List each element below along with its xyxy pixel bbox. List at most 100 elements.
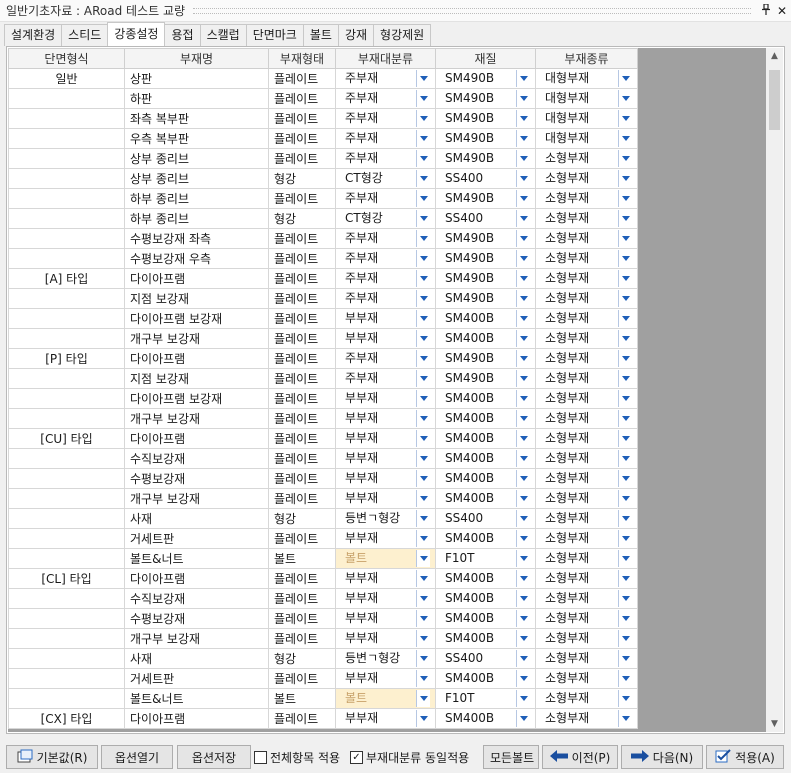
chevron-down-icon[interactable] <box>618 150 632 167</box>
column-header[interactable]: 부재대분류 <box>335 48 436 69</box>
table-row[interactable]: 다이아프램 보강재 플레이트 부부재 SM400B 소형부재 <box>8 308 638 329</box>
chevron-down-icon[interactable] <box>516 490 530 507</box>
table-row[interactable]: 우측 복부판 플레이트 주부재 SM490B 대형부재 <box>8 128 638 149</box>
chevron-down-icon[interactable] <box>618 310 632 327</box>
dropdown-cell-mat[interactable]: SM490B <box>435 228 536 249</box>
dropdown-cell-major[interactable]: 부부재 <box>335 488 436 509</box>
table-row[interactable]: 다이아프램 보강재 플레이트 부부재 SM400B 소형부재 <box>8 388 638 409</box>
dropdown-cell-major[interactable]: 부부재 <box>335 388 436 409</box>
dropdown-cell-major[interactable]: 주부재 <box>335 288 436 309</box>
dropdown-cell-mat[interactable]: SM490B <box>435 148 536 169</box>
dropdown-cell-kind[interactable]: 소형부재 <box>535 688 638 709</box>
chevron-down-icon[interactable] <box>618 630 632 647</box>
dropdown-cell-major[interactable]: 주부재 <box>335 148 436 169</box>
tab-3[interactable]: 용접 <box>164 24 201 46</box>
dropdown-cell-kind[interactable]: 소형부재 <box>535 248 638 269</box>
dropdown-cell-mat[interactable]: F10T <box>435 688 536 709</box>
chevron-down-icon[interactable] <box>516 550 530 567</box>
dropdown-cell-kind[interactable]: 소형부재 <box>535 208 638 229</box>
dropdown-cell-kind[interactable]: 소형부재 <box>535 608 638 629</box>
chevron-down-icon[interactable] <box>416 370 430 387</box>
dropdown-cell-kind[interactable]: 소형부재 <box>535 528 638 549</box>
pin-icon[interactable] <box>759 2 773 18</box>
chevron-down-icon[interactable] <box>416 230 430 247</box>
column-header[interactable]: 단면형식 <box>8 48 125 69</box>
chevron-down-icon[interactable] <box>516 410 530 427</box>
chevron-down-icon[interactable] <box>618 330 632 347</box>
dropdown-cell-major[interactable]: 부부재 <box>335 668 436 689</box>
table-row[interactable]: 하판 플레이트 주부재 SM490B 대형부재 <box>8 88 638 109</box>
table-row[interactable]: 수평보강재 플레이트 부부재 SM400B 소형부재 <box>8 608 638 629</box>
table-row[interactable]: [CX] 타입 다이아프램 플레이트 부부재 SM400B 소형부재 <box>8 708 638 729</box>
dropdown-cell-kind[interactable]: 소형부재 <box>535 408 638 429</box>
chevron-down-icon[interactable] <box>618 110 632 127</box>
table-row[interactable]: 사재 형강 등변ㄱ형강 SS400 소형부재 <box>8 648 638 669</box>
dropdown-cell-kind[interactable]: 소형부재 <box>535 348 638 369</box>
chevron-down-icon[interactable] <box>618 390 632 407</box>
dropdown-cell-mat[interactable]: SM400B <box>435 328 536 349</box>
dropdown-cell-major[interactable]: 부부재 <box>335 468 436 489</box>
dropdown-cell-major[interactable]: 주부재 <box>335 108 436 129</box>
tab-4[interactable]: 스캘럽 <box>199 24 247 46</box>
dropdown-cell-major[interactable]: 부부재 <box>335 568 436 589</box>
dropdown-cell-kind[interactable]: 소형부재 <box>535 568 638 589</box>
dropdown-cell-kind[interactable]: 소형부재 <box>535 508 638 529</box>
chevron-down-icon[interactable] <box>416 210 430 227</box>
dropdown-cell-kind[interactable]: 소형부재 <box>535 628 638 649</box>
chevron-down-icon[interactable] <box>618 270 632 287</box>
dropdown-cell-mat[interactable]: SM400B <box>435 388 536 409</box>
chevron-down-icon[interactable] <box>516 430 530 447</box>
table-row[interactable]: [CL] 타입 다이아프램 플레이트 부부재 SM400B 소형부재 <box>8 568 638 589</box>
chevron-down-icon[interactable] <box>416 110 430 127</box>
chevron-down-icon[interactable] <box>618 650 632 667</box>
chevron-down-icon[interactable] <box>416 390 430 407</box>
chevron-down-icon[interactable] <box>516 370 530 387</box>
dropdown-cell-major[interactable]: 부부재 <box>335 528 436 549</box>
chevron-down-icon[interactable] <box>618 510 632 527</box>
table-row[interactable]: [A] 타입 다이아프램 플레이트 주부재 SM490B 소형부재 <box>8 268 638 289</box>
dropdown-cell-major[interactable]: 주부재 <box>335 348 436 369</box>
next-button[interactable]: 다음(N) <box>621 745 703 769</box>
chevron-down-icon[interactable] <box>618 350 632 367</box>
table-row[interactable]: 지점 보강재 플레이트 주부재 SM490B 소형부재 <box>8 368 638 389</box>
chevron-down-icon[interactable] <box>618 290 632 307</box>
chevron-down-icon[interactable] <box>618 530 632 547</box>
chevron-down-icon[interactable] <box>516 630 530 647</box>
chevron-down-icon[interactable] <box>618 670 632 687</box>
apply-all-checkbox[interactable]: 전체항목 적용 <box>254 749 340 766</box>
chevron-down-icon[interactable] <box>416 70 430 87</box>
chevron-down-icon[interactable] <box>416 310 430 327</box>
dropdown-cell-major[interactable]: 부부재 <box>335 448 436 469</box>
dropdown-cell-mat[interactable]: SM400B <box>435 568 536 589</box>
prev-button[interactable]: 이전(P) <box>542 745 618 769</box>
chevron-down-icon[interactable] <box>618 490 632 507</box>
dropdown-cell-kind[interactable]: 소형부재 <box>535 448 638 469</box>
table-row[interactable]: 지점 보강재 플레이트 주부재 SM490B 소형부재 <box>8 288 638 309</box>
chevron-down-icon[interactable] <box>416 690 430 707</box>
dropdown-cell-major[interactable]: 등변ㄱ형강 <box>335 648 436 669</box>
vertical-scrollbar[interactable]: ▲ ▼ <box>766 48 783 732</box>
table-row[interactable]: 수평보강재 좌측 플레이트 주부재 SM490B 소형부재 <box>8 228 638 249</box>
chevron-down-icon[interactable] <box>516 290 530 307</box>
table-row[interactable]: 상부 종리브 형강 CT형강 SS400 소형부재 <box>8 168 638 189</box>
chevron-down-icon[interactable] <box>516 150 530 167</box>
dropdown-cell-major[interactable]: 부부재 <box>335 628 436 649</box>
dropdown-cell-kind[interactable]: 소형부재 <box>535 488 638 509</box>
dropdown-cell-mat[interactable]: SM400B <box>435 488 536 509</box>
tab-1[interactable]: 스티드 <box>61 24 109 46</box>
dropdown-cell-kind[interactable]: 소형부재 <box>535 388 638 409</box>
chevron-down-icon[interactable] <box>416 610 430 627</box>
dropdown-cell-mat[interactable]: SM400B <box>435 608 536 629</box>
dropdown-cell-major[interactable]: 볼트 <box>335 548 436 569</box>
table-row[interactable]: 개구부 보강재 플레이트 부부재 SM400B 소형부재 <box>8 628 638 649</box>
chevron-down-icon[interactable] <box>618 170 632 187</box>
dropdown-cell-kind[interactable]: 소형부재 <box>535 648 638 669</box>
dropdown-cell-kind[interactable]: 소형부재 <box>535 268 638 289</box>
dropdown-cell-mat[interactable]: SM490B <box>435 68 536 89</box>
table-row[interactable]: 거세트판 플레이트 부부재 SM400B 소형부재 <box>8 668 638 689</box>
chevron-down-icon[interactable] <box>516 570 530 587</box>
dropdown-cell-major[interactable]: 주부재 <box>335 188 436 209</box>
chevron-down-icon[interactable] <box>516 70 530 87</box>
table-row[interactable]: 개구부 보강재 플레이트 부부재 SM400B 소형부재 <box>8 408 638 429</box>
dropdown-cell-kind[interactable]: 대형부재 <box>535 88 638 109</box>
